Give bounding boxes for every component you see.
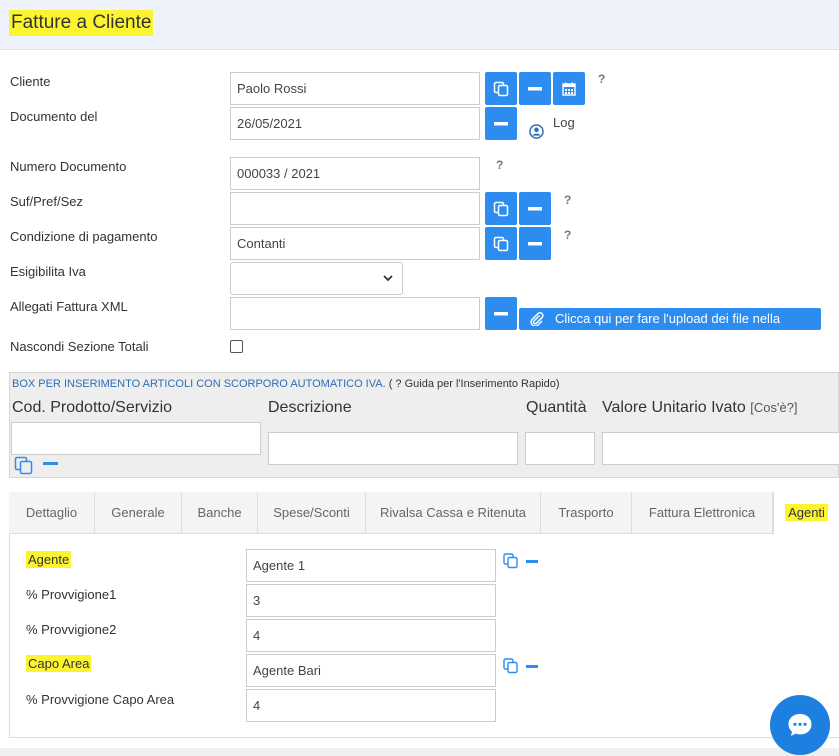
condizione-pagamento-copy-button[interactable] (485, 227, 517, 260)
copy-icon (493, 236, 509, 251)
capo-area-label: Capo Area (26, 655, 92, 672)
provvigione-capo-area-input[interactable]: 4 (246, 689, 496, 722)
cliente-remove-button[interactable] (519, 72, 551, 105)
calendar-icon (562, 82, 576, 96)
copy-icon[interactable] (503, 553, 519, 569)
codice-remove-icon[interactable] (43, 462, 58, 465)
chat-bubble-icon (788, 714, 812, 736)
articoli-box-heading: BOX PER INSERIMENTO ARTICOLI CON SCORPOR… (12, 378, 560, 390)
descrizione-input[interactable] (268, 432, 518, 465)
upload-button[interactable]: Clicca qui per fare l'upload dei file ne… (519, 308, 821, 348)
nascondi-totali-checkbox[interactable] (230, 340, 243, 353)
col-valore-header: Valore Unitario Ivato [Cos'è?] (602, 399, 798, 417)
tab-banche[interactable]: Banche (182, 492, 258, 533)
allegati-xml-label: Allegati Fattura XML (10, 299, 128, 314)
col-valore-label: Valore Unitario Ivato (602, 399, 746, 416)
col-codice-header: Cod. Prodotto/Servizio (12, 399, 173, 416)
nascondi-totali-label: Nascondi Sezione Totali (10, 339, 149, 354)
user-icon[interactable] (529, 124, 544, 139)
copy-icon[interactable] (14, 456, 34, 476)
condizione-pagamento-help-icon[interactable]: ? (564, 228, 571, 242)
cliente-copy-button[interactable] (485, 72, 517, 105)
tab-fattura-elettronica[interactable]: Fattura Elettronica (632, 492, 773, 533)
tab-trasporto[interactable]: Trasporto (541, 492, 632, 533)
numero-documento-input[interactable]: 000033 / 2021 (230, 157, 480, 190)
quantita-input[interactable] (525, 432, 595, 465)
articoli-box-heading-link[interactable]: BOX PER INSERIMENTO ARTICOLI CON SCORPOR… (12, 378, 386, 390)
capo-area-remove-icon[interactable] (526, 665, 538, 668)
agente-remove-icon[interactable] (526, 560, 538, 563)
minus-icon (528, 86, 542, 90)
articoli-box: BOX PER INSERIMENTO ARTICOLI CON SCORPOR… (9, 372, 839, 478)
tab-generale[interactable]: Generale (95, 492, 182, 533)
suf-pref-sez-input[interactable] (230, 192, 480, 225)
numero-documento-help-icon[interactable]: ? (496, 158, 503, 172)
allegati-xml-remove-button[interactable] (485, 297, 517, 330)
provvigione2-label: % Provvigione2 (26, 622, 117, 637)
page-title: Fatture a Cliente (9, 10, 154, 36)
suf-pref-sez-label: Suf/Pref/Sez (10, 194, 83, 209)
col-quantita-header: Quantità (526, 399, 587, 416)
esigibilita-iva-label: Esigibilita Iva (10, 264, 86, 279)
chevron-down-icon (383, 275, 393, 282)
cliente-label: Cliente (10, 74, 51, 89)
minus-icon (528, 206, 542, 210)
tab-spese-sconti[interactable]: Spese/Sconti (258, 492, 366, 533)
provvigione1-label: % Provvigione1 (26, 587, 117, 602)
condizione-pagamento-label: Condizione di pagamento (10, 229, 158, 244)
valore-input[interactable] (602, 432, 839, 465)
documento-del-remove-button[interactable] (485, 107, 517, 140)
log-link[interactable]: Log (553, 115, 575, 130)
suf-pref-sez-copy-button[interactable] (485, 192, 517, 225)
col-descrizione-header: Descrizione (268, 399, 352, 416)
capo-area-label-text: Capo Area (26, 655, 92, 672)
minus-icon (494, 311, 508, 315)
provvigione2-input[interactable]: 4 (246, 619, 496, 652)
valore-help-link[interactable]: [Cos'è?] (750, 400, 797, 415)
provvigione-capo-area-label: % Provvigione Capo Area (26, 692, 175, 707)
agente-label-text: Agente (26, 551, 72, 568)
condizione-pagamento-input[interactable]: Contanti (230, 227, 480, 260)
cliente-help-icon[interactable]: ? (598, 72, 605, 86)
tab-agenti[interactable]: Agenti (773, 492, 839, 534)
tab-dettaglio[interactable]: Dettaglio (9, 492, 95, 533)
agente-input[interactable]: Agente 1 (246, 549, 496, 582)
esigibilita-iva-select[interactable] (230, 262, 403, 295)
tab-rivalsa-cassa[interactable]: Rivalsa Cassa e Ritenuta (366, 492, 541, 533)
page-bottom-divider (0, 748, 839, 756)
suf-pref-sez-remove-button[interactable] (519, 192, 551, 225)
numero-documento-label: Numero Documento (10, 159, 127, 174)
codice-input[interactable] (11, 422, 261, 455)
chat-button[interactable] (770, 695, 830, 755)
suf-pref-sez-help-icon[interactable]: ? (564, 193, 571, 207)
documento-del-label: Documento del (10, 109, 98, 124)
paperclip-icon (530, 312, 544, 326)
agente-label: Agente (26, 551, 72, 568)
page-header: Fatture a Cliente (0, 0, 839, 50)
minus-icon (494, 121, 508, 125)
tab-agenti-label: Agenti (785, 504, 828, 521)
capo-area-input[interactable]: Agente Bari (246, 654, 496, 687)
condizione-pagamento-remove-button[interactable] (519, 227, 551, 260)
provvigione1-input[interactable]: 3 (246, 584, 496, 617)
copy-icon[interactable] (503, 658, 519, 674)
copy-icon (493, 201, 509, 216)
upload-button-label: Clicca qui per fare l'upload dei file ne… (555, 311, 781, 348)
allegati-xml-input[interactable] (230, 297, 480, 330)
articoli-box-guide-link[interactable]: ( ? Guida per l'Inserimento Rapido) (386, 378, 560, 390)
copy-icon (493, 81, 509, 96)
tab-bar: Dettaglio Generale Banche Spese/Sconti R… (9, 492, 839, 534)
cliente-calendar-button[interactable] (553, 72, 585, 105)
minus-icon (528, 241, 542, 245)
cliente-input[interactable]: Paolo Rossi (230, 72, 480, 105)
documento-del-input[interactable]: 26/05/2021 (230, 107, 480, 140)
